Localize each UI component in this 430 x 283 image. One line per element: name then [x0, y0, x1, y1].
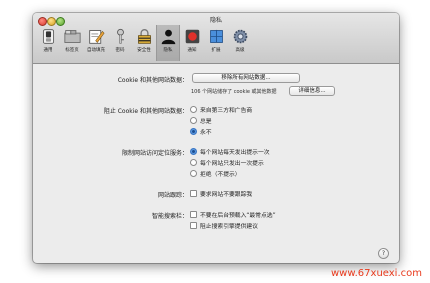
tab-label: 标签页: [65, 48, 79, 53]
website-watermark: www.67xuexi.com: [331, 268, 422, 279]
tab-label: 通知: [187, 48, 197, 53]
radio-button[interactable]: [190, 106, 197, 113]
radio-button[interactable]: [190, 170, 197, 177]
no-preload-top-hit-option[interactable]: 不要在后台预载入“最常点选”: [190, 210, 276, 219]
location-option-deny[interactable]: 拒绝（不提示）: [190, 169, 241, 178]
tab-notifications[interactable]: 通知: [180, 25, 204, 61]
tab-label: 通用: [43, 48, 53, 53]
location-services-label: 限制网站访问定位服务：: [121, 150, 188, 157]
cookies-label: Cookie 和其他网站数据：: [117, 77, 188, 84]
option-label: 总是: [200, 119, 212, 125]
notification-icon: [185, 29, 199, 44]
block-option-never[interactable]: 永不: [190, 127, 212, 136]
prevent-search-suggestions-option[interactable]: 阻止搜索引擎提供建议: [190, 221, 258, 230]
tab-general[interactable]: 通用: [36, 25, 60, 61]
tab-label: 高级: [235, 48, 245, 53]
option-label: 每个网站每天发出提示一次: [200, 150, 270, 156]
tab-autofill[interactable]: 自动填充: [84, 25, 108, 61]
website-tracking-label: 网站跟踪：: [157, 192, 188, 199]
option-label: 拒绝（不提示）: [200, 172, 241, 178]
radio-button[interactable]: [190, 159, 197, 166]
lock-icon: [137, 29, 151, 44]
smart-search-field-label: 智能搜索栏：: [151, 213, 188, 220]
option-label: 阻止搜索引擎提供建议: [200, 224, 258, 230]
checkbox[interactable]: [190, 222, 197, 229]
toolbar: 隐私 通用 标签页 自动填充 密码 安全性 隐私 通知 扩展 高级: [33, 13, 399, 64]
block-cookies-label: 阻止 Cookie 和其他网站数据：: [103, 108, 188, 115]
tab-label: 隐私: [163, 48, 173, 53]
tab-label: 密码: [115, 48, 125, 53]
radio-button[interactable]: [190, 117, 197, 124]
tab-advanced[interactable]: 高级: [228, 25, 252, 61]
block-option-always[interactable]: 总是: [190, 116, 212, 125]
preference-tabs: 通用 标签页 自动填充 密码 安全性 隐私 通知 扩展 高级: [36, 25, 252, 61]
option-label: 来自第三方和广告商: [200, 108, 253, 114]
option-label: 要求网站不要跟踪我: [200, 192, 253, 198]
pencil-form-icon: [88, 30, 104, 44]
tab-extensions[interactable]: 扩展: [204, 25, 228, 61]
checkbox[interactable]: [190, 211, 197, 218]
switch-icon: [42, 29, 54, 44]
tab-privacy[interactable]: 隐私: [156, 25, 180, 61]
tab-security[interactable]: 安全性: [132, 25, 156, 61]
tab-passwords[interactable]: 密码: [108, 25, 132, 61]
block-option-third-party[interactable]: 来自第三方和广告商: [190, 105, 252, 114]
tab-tabs[interactable]: 标签页: [60, 25, 84, 61]
help-button[interactable]: ?: [378, 248, 389, 259]
details-button[interactable]: 详细信息...: [289, 86, 335, 96]
window-title: 隐私: [209, 17, 222, 24]
preferences-window: 隐私 通用 标签页 自动填充 密码 安全性 隐私 通知 扩展 高级 Cookie…: [33, 13, 399, 263]
cookies-info-text: 106 个网站储存了 cookie 或其他数据: [191, 89, 277, 95]
remove-all-website-data-button[interactable]: 移除所有网站数据...: [192, 73, 300, 83]
option-label: 每个网站只发出一次提示: [200, 161, 264, 167]
option-label: 永不: [200, 130, 212, 136]
radio-button-selected[interactable]: [190, 148, 197, 155]
gear-icon: [233, 29, 247, 44]
tabs-icon: [63, 30, 81, 43]
tab-label: 自动填充: [87, 48, 105, 53]
person-silhouette-icon: [161, 29, 175, 45]
tab-label: 安全性: [137, 48, 151, 53]
tab-label: 扩展: [211, 48, 221, 53]
key-icon: [116, 28, 124, 44]
location-option-daily[interactable]: 每个网站每天发出提示一次: [190, 147, 270, 156]
checkbox[interactable]: [190, 190, 197, 197]
puzzle-icon: [209, 29, 223, 43]
privacy-pane: Cookie 和其他网站数据： 移除所有网站数据... 106 个网站储存了 c…: [33, 64, 399, 263]
do-not-track-option[interactable]: 要求网站不要跟踪我: [190, 189, 252, 198]
option-label: 不要在后台预载入“最常点选”: [200, 213, 276, 219]
radio-button-selected[interactable]: [190, 128, 197, 135]
location-option-once[interactable]: 每个网站只发出一次提示: [190, 158, 264, 167]
